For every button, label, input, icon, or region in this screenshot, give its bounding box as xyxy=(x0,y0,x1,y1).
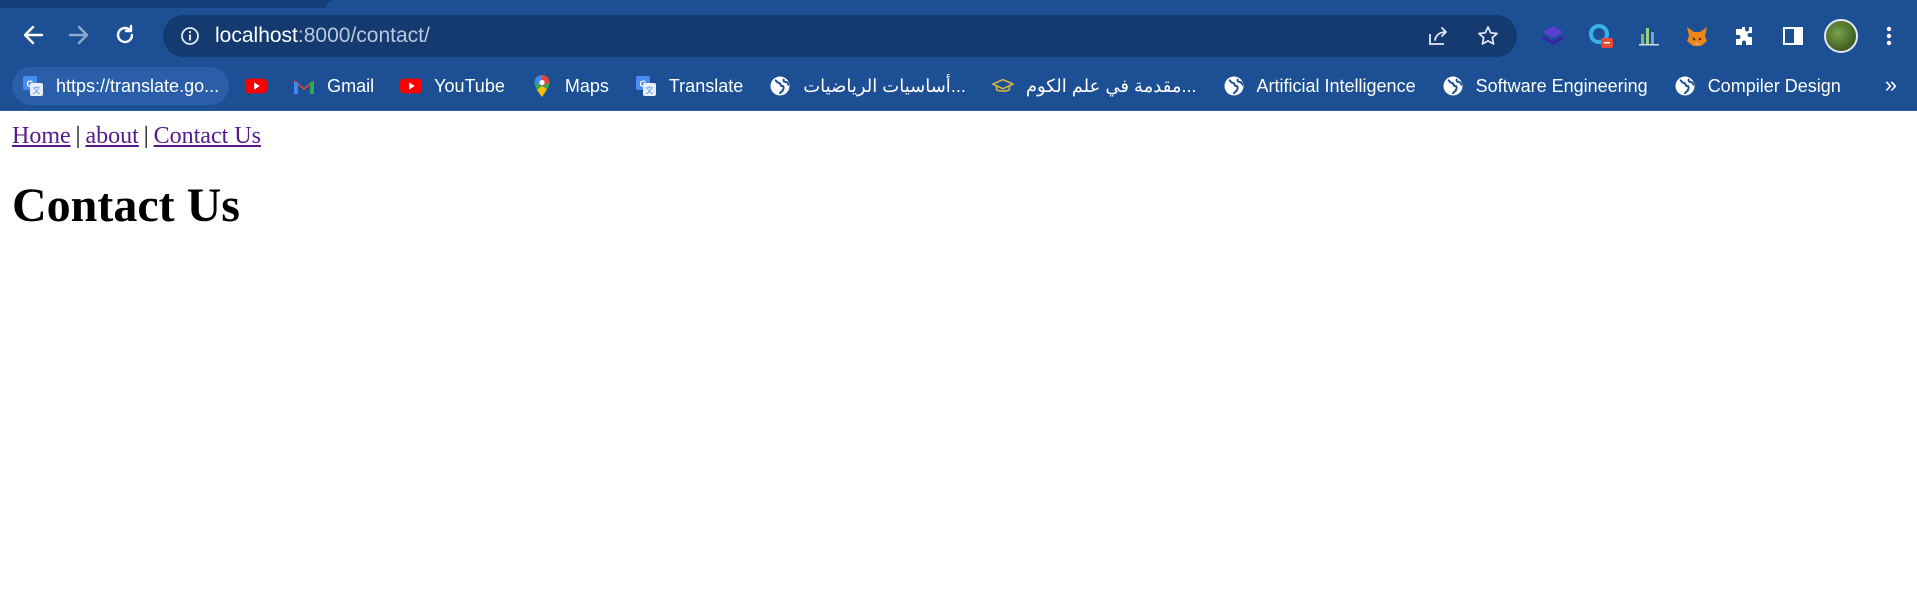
browser-toolbar: localhost:8000/contact/ xyxy=(0,8,1917,62)
arrow-right-icon xyxy=(68,25,89,45)
ring-extension-icon[interactable] xyxy=(1580,15,1622,57)
active-tab[interactable] xyxy=(326,0,1917,8)
url-host: localhost xyxy=(215,24,298,47)
bookmarks-bar: G文 https://translate.go... Gmail YouTube xyxy=(0,62,1917,111)
avatar xyxy=(1824,19,1858,53)
bookmark-artificial-intelligence[interactable]: Artificial Intelligence xyxy=(1213,67,1426,105)
reload-icon xyxy=(116,24,134,44)
layers-extension-icon[interactable] xyxy=(1532,15,1574,57)
bookmark-label: Maps xyxy=(564,75,609,96)
menu-button[interactable] xyxy=(1868,15,1910,57)
star-icon[interactable] xyxy=(1467,15,1509,57)
extensions-area xyxy=(1532,15,1916,57)
globe-icon xyxy=(769,75,791,97)
gmail-icon xyxy=(293,75,315,97)
bookmark-label: مقدمة في علم الكوم... xyxy=(1025,75,1197,96)
bookmark-label: Artificial Intelligence xyxy=(1256,75,1416,96)
bookmark-intro-cs[interactable]: مقدمة في علم الكوم... xyxy=(982,67,1207,105)
globe-icon xyxy=(1223,75,1245,97)
fox-extension-icon[interactable] xyxy=(1676,15,1718,57)
side-panel-icon[interactable] xyxy=(1772,15,1814,57)
puzzle-icon[interactable] xyxy=(1724,15,1766,57)
nav-separator: | xyxy=(75,123,81,149)
profile-avatar[interactable] xyxy=(1820,15,1862,57)
nav-link-contact[interactable]: Contact Us xyxy=(154,123,261,149)
bookmark-label: أساسيات الرياضيات... xyxy=(803,75,966,96)
bookmark-label: YouTube xyxy=(434,75,505,96)
share-icon[interactable] xyxy=(1417,15,1459,57)
bookmark-software-engineering[interactable]: Software Engineering xyxy=(1432,67,1658,105)
more-bookmarks-button[interactable]: » xyxy=(1885,72,1897,98)
page-content: Home | about | Contact Us Contact Us xyxy=(0,111,1917,233)
url-text[interactable]: localhost:8000/contact/ xyxy=(215,24,430,48)
bookmark-translate-google[interactable]: G文 https://translate.go... xyxy=(12,67,230,105)
bookmark-youtube-icon-only[interactable] xyxy=(235,67,277,105)
nav-separator: | xyxy=(143,123,149,149)
reload-button[interactable] xyxy=(107,17,143,53)
bookmark-label: Translate xyxy=(668,75,744,96)
browser-chrome: localhost:8000/contact/ G 文 https://tran… xyxy=(0,0,1917,111)
bookmark-maps[interactable]: Maps xyxy=(521,67,619,105)
site-info-icon[interactable] xyxy=(179,25,201,47)
kebab-menu-icon xyxy=(1886,26,1892,46)
globe-icon xyxy=(1674,75,1696,97)
chart-extension-icon[interactable] xyxy=(1628,15,1670,57)
bookmark-youtube[interactable]: YouTube xyxy=(390,67,515,105)
google-translate-icon: G文 xyxy=(22,75,44,97)
svg-text:文: 文 xyxy=(33,85,41,95)
address-bar[interactable]: localhost:8000/contact/ xyxy=(163,15,1517,57)
youtube-icon xyxy=(400,75,423,97)
globe-icon xyxy=(1442,75,1464,97)
google-translate-icon: G文 xyxy=(635,75,657,97)
forward-button[interactable] xyxy=(61,17,97,53)
page-heading: Contact Us xyxy=(12,179,240,232)
bookmark-translate[interactable]: G文 Translate xyxy=(625,67,753,105)
tab-strip xyxy=(0,0,1917,8)
url-path: :8000/contact/ xyxy=(297,24,430,47)
bookmark-label: https://translate.go... xyxy=(56,75,220,96)
back-button[interactable] xyxy=(15,17,51,53)
nav-link-about[interactable]: about xyxy=(85,123,138,149)
site-nav: Home | about | Contact Us xyxy=(12,123,1917,150)
svg-text:文: 文 xyxy=(645,85,653,95)
graduation-cap-icon xyxy=(991,75,1014,97)
arrow-left-icon xyxy=(23,25,44,45)
bookmark-label: Compiler Design xyxy=(1707,75,1841,96)
bookmark-math-basics[interactable]: أساسيات الرياضيات... xyxy=(759,67,976,105)
bookmark-label: Software Engineering xyxy=(1475,75,1648,96)
google-maps-icon xyxy=(531,75,553,97)
bookmark-compiler-design[interactable]: Compiler Design xyxy=(1664,67,1851,105)
youtube-icon xyxy=(245,75,268,97)
bookmark-label: Gmail xyxy=(327,75,375,96)
bookmark-gmail[interactable]: Gmail xyxy=(283,67,384,105)
nav-link-home[interactable]: Home xyxy=(12,123,71,149)
